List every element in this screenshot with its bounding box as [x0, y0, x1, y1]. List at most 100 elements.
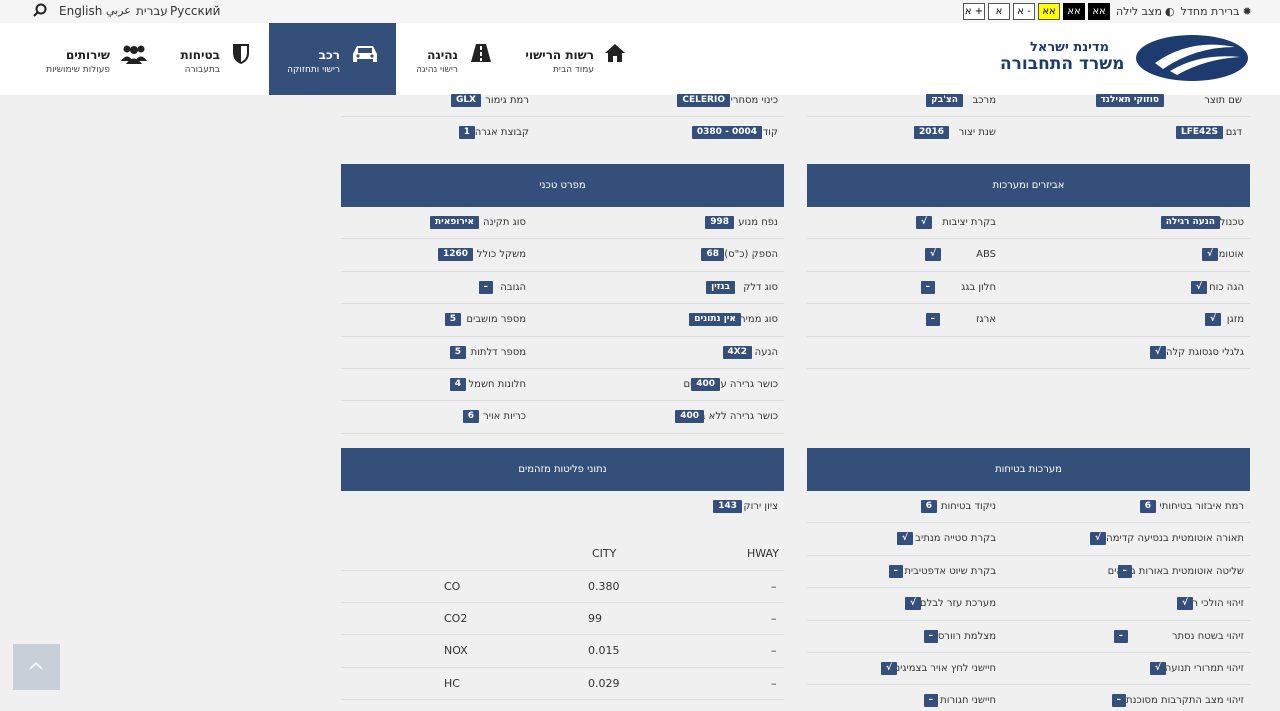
nav-item-vehicle[interactable]: רכב רישוי ותחזוקה	[269, 23, 396, 95]
field-value: √	[904, 597, 921, 611]
field-label: חיישני חגורות	[940, 695, 996, 707]
field-label: הספק (כ"ס)	[724, 249, 778, 261]
field-label: מספר מושבים	[466, 314, 526, 326]
nav-item-sub: בתעבורה	[184, 65, 220, 75]
night-mode-label[interactable]: מצב לילה	[1116, 5, 1162, 18]
city-value: 0.029	[588, 676, 620, 690]
nav-item-services[interactable]: שירותים פעולות שימושיות	[40, 23, 150, 95]
pollutant-name: NOX	[444, 644, 468, 657]
field-value: LFE42S	[1175, 126, 1223, 139]
city-value: 99	[588, 611, 602, 625]
field-value: √	[1204, 313, 1221, 327]
field-label: מספר דלתות	[470, 346, 526, 358]
accessories-header: אביזרים ומערכות	[807, 164, 1250, 207]
table-row: – 99 CO2	[341, 603, 784, 635]
shield-icon	[233, 44, 249, 64]
default-mode-label[interactable]: ברירת מחדל	[1181, 5, 1240, 18]
field-label: דגם	[1225, 127, 1242, 138]
field-value: 143	[713, 500, 742, 513]
field-label: בקרת יציבות	[942, 217, 996, 228]
nav-item-safety[interactable]: בטיחות בתעבורה	[180, 23, 260, 95]
field-value: –	[923, 629, 938, 643]
contrast-black-button[interactable]: אא	[1088, 2, 1110, 20]
pollutant-name: HC	[444, 676, 460, 690]
field-label: חלון בגג	[961, 281, 996, 293]
field-value: –	[1111, 694, 1126, 708]
half-circle-icon[interactable]: ◐	[1165, 5, 1175, 18]
field-value: 5	[449, 345, 466, 359]
top-bar: English عربي עברית Русский א + א א - אא …	[0, 0, 1280, 23]
chevron-up-icon	[29, 661, 43, 670]
field-value: √	[1176, 597, 1193, 611]
main-nav: מדינת ישראל משרד התחבורה רשות הרישוי עמו…	[0, 23, 1280, 95]
field-label: הגובה	[500, 281, 526, 293]
scroll-to-top-button[interactable]	[13, 644, 60, 690]
hway-value: –	[771, 580, 777, 593]
table-row: זיהוי הולכי רגל √ מערכת עזר לבלם √	[807, 588, 1250, 621]
table-row: רמת איבזור בטיחותי 6 ניקוד בטיחות 6	[807, 491, 1250, 524]
table-row: דגם LFE42S שנת יצור 2016	[807, 117, 1250, 149]
field-value: 1	[458, 126, 475, 139]
accessibility-bar: א + א א - אא אא אא מצב לילה ◐ ברירת מחדל…	[960, 2, 1252, 20]
nav-item-driving[interactable]: נהיגה רישוי נהיגה	[410, 23, 510, 95]
hway-value: –	[771, 676, 777, 690]
nav-item-sub: פעולות שימושיות	[46, 65, 110, 75]
field-value: 6	[462, 410, 479, 424]
search-icon[interactable]	[33, 3, 47, 17]
field-label: נפח מנוע	[738, 217, 778, 228]
font-increase-button[interactable]: א +	[963, 2, 985, 20]
field-label: מזגן	[1226, 314, 1244, 326]
lang-english[interactable]: English	[59, 4, 102, 18]
contrast-dark-button[interactable]: אא	[1063, 2, 1085, 20]
nav-item-title: רשות הרישוי	[525, 48, 594, 62]
field-value: בנזין	[706, 280, 735, 294]
table-row: – 0.029 HC	[341, 668, 784, 700]
nav-item-sub: רישוי נהיגה	[416, 65, 458, 75]
nav-item-sub: רישוי ותחזוקה	[287, 65, 340, 75]
table-row: כושר גרירה עם בלמים 400 חלונות חשמל 4	[341, 369, 784, 402]
field-label: זיהוי מצב התקרבות מסוכנת	[1125, 695, 1244, 707]
font-normal-button[interactable]: א	[988, 2, 1010, 20]
field-label: ציון ירוק	[743, 501, 779, 512]
field-value: –	[920, 280, 935, 294]
field-label: שנת יצור	[958, 127, 996, 138]
lang-arabic[interactable]: عربي	[106, 4, 131, 17]
field-value: √	[1190, 280, 1207, 294]
field-label: ארגז	[976, 314, 996, 326]
field-label: סוג תקינה	[483, 217, 526, 228]
pollutant-name: CO	[444, 580, 461, 593]
field-value: √	[896, 532, 913, 546]
field-label: הנעה	[754, 346, 778, 358]
contrast-yellow-button[interactable]: אא	[1038, 2, 1060, 20]
table-row: כושר גרירה ללא בלמים 400 כריות אויר 6	[341, 401, 784, 434]
nav-item-title: נהיגה	[427, 48, 458, 62]
field-label: בקרת שיוט אדפטיבית	[904, 565, 996, 577]
table-row: זיהוי מצב התקרבות מסוכנת – חיישני חגורות –	[807, 685, 1250, 711]
road-icon	[471, 44, 491, 62]
lang-hebrew[interactable]: עברית	[136, 4, 168, 18]
nav-item-title: בטיחות	[180, 48, 220, 62]
field-value: GLX	[450, 94, 481, 107]
font-decrease-button[interactable]: א -	[1013, 2, 1035, 20]
home-icon	[605, 44, 625, 62]
nav-item-title: רכב	[318, 48, 340, 62]
field-label: הגה כוח	[1209, 281, 1244, 293]
hway-value: –	[771, 611, 777, 625]
table-row: הספק (כ"ס) 68 משקל כולל 1260	[341, 239, 784, 272]
field-label: זיהוי בשטח נסתר	[1171, 630, 1244, 642]
sun-icon[interactable]: ✹	[1243, 5, 1252, 18]
hway-value: –	[771, 644, 777, 657]
green-score-row: ציון ירוק 143	[341, 491, 784, 523]
lang-russian[interactable]: Русский	[170, 4, 220, 18]
field-value: 2016	[913, 126, 949, 139]
table-row: זיהוי בשטח נסתר – מצלמת רוורס –	[807, 621, 1250, 653]
field-value: 4	[449, 378, 466, 391]
field-label: רמת גימור	[485, 95, 529, 106]
car-icon	[353, 46, 377, 62]
field-label: קוד	[762, 127, 778, 138]
field-label: מרכב	[972, 95, 996, 106]
table-row: – 0.380 CO	[341, 570, 784, 603]
table-row: נפח מנוע 998 סוג תקינה אירופאית	[341, 207, 784, 240]
field-value: √	[1201, 248, 1218, 262]
nav-item-licensing[interactable]: רשות הרישוי עמוד הבית	[525, 23, 630, 95]
